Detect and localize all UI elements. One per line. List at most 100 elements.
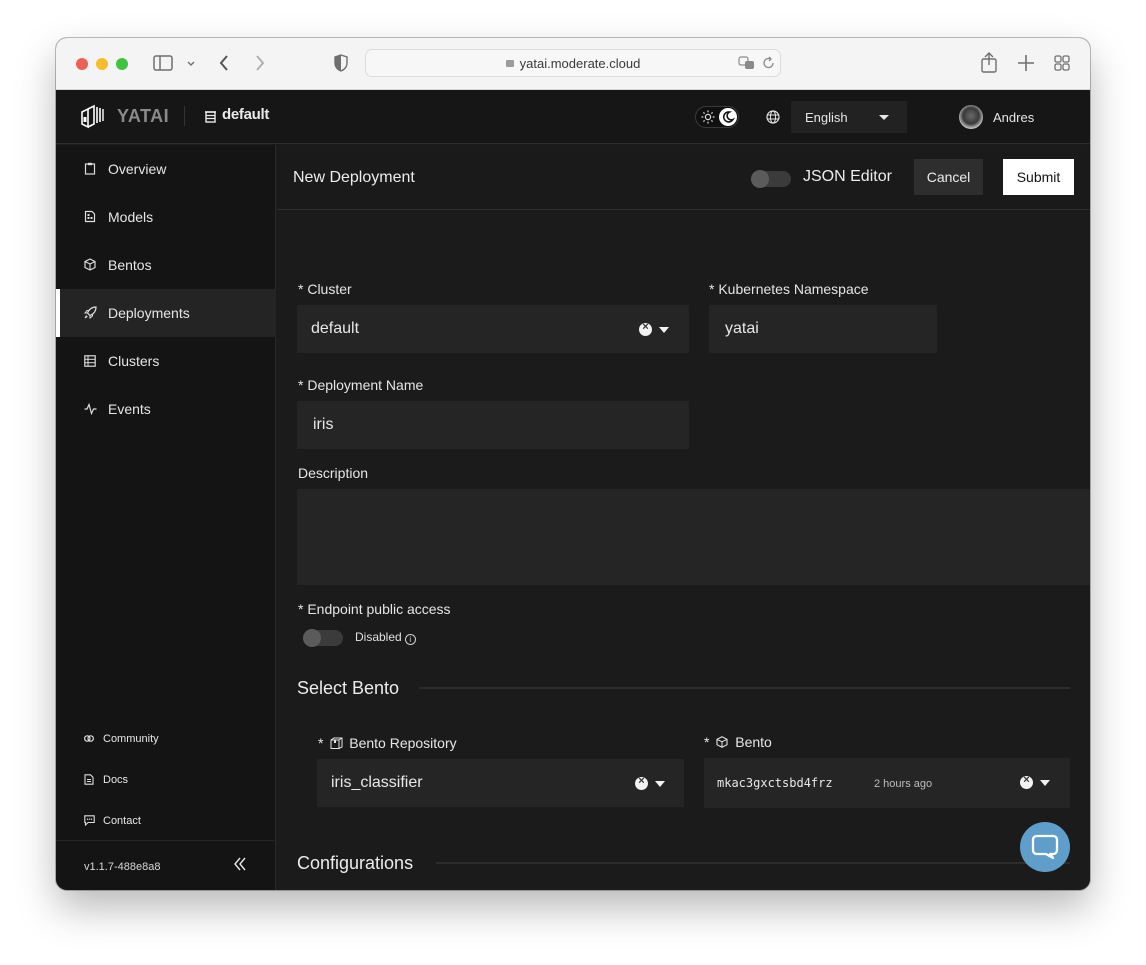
main-content: New Deployment JSON Editor Cancel Submit… (277, 145, 1090, 890)
cube-icon (84, 258, 96, 271)
support-chat-button[interactable] (1020, 822, 1070, 872)
close-window-button[interactable] (76, 58, 88, 70)
sidebar-item-models[interactable]: Models (56, 193, 276, 241)
cube-icon (716, 736, 728, 748)
address-bar[interactable]: yatai.moderate.cloud (365, 49, 781, 77)
minimize-window-button[interactable] (96, 58, 108, 70)
section-divider (436, 862, 1070, 864)
sidebar-item-overview[interactable]: Overview (56, 145, 276, 193)
caret-down-icon (659, 327, 669, 333)
toggle-knob (303, 629, 321, 647)
collapse-sidebar-button[interactable] (233, 855, 247, 878)
configurations-title: Configurations (297, 853, 414, 873)
logo-text[interactable]: YATAI (117, 106, 169, 127)
organization-icon (205, 110, 216, 128)
theme-toggle[interactable] (695, 106, 739, 128)
namespace-value: yatai (725, 320, 759, 337)
translate-icon[interactable] (738, 56, 756, 74)
sidebar-link-community[interactable]: Community (56, 725, 276, 755)
sidebar-toggle-icon[interactable] (153, 55, 173, 75)
bento-select[interactable]: mkac3gxctsbd4frz 2 hours ago (704, 758, 1070, 808)
avatar[interactable] (959, 105, 983, 129)
reload-icon[interactable] (762, 56, 775, 74)
submit-button[interactable]: Submit (1003, 159, 1074, 195)
sidebar-link-label: Contact (103, 815, 141, 827)
bento-version-value: mkac3gxctsbd4frz (717, 776, 833, 790)
clear-icon[interactable] (639, 321, 652, 336)
moon-icon (719, 108, 737, 126)
section-divider (419, 687, 1070, 689)
user-name[interactable]: Andres (993, 110, 1034, 125)
json-editor-toggle[interactable] (751, 170, 791, 188)
cluster-value: default (311, 320, 360, 337)
bento-repository-select[interactable]: iris_classifier (317, 759, 684, 807)
organization-name[interactable]: default (222, 106, 269, 123)
sidebar: Overview Models Bentos Deployments Clust… (56, 145, 276, 890)
sidebar-item-label: Clusters (108, 353, 160, 369)
share-icon[interactable] (980, 52, 998, 78)
deployment-name-input[interactable]: iris (297, 401, 689, 449)
version-label: v1.1.7-488e8a8 (84, 861, 161, 873)
cluster-label: * Cluster (298, 281, 352, 297)
document-icon (84, 774, 94, 785)
caret-down-icon (1040, 780, 1050, 786)
sidebar-link-contact[interactable]: Contact (56, 807, 276, 837)
app-header: YATAI default English Andres (56, 90, 1090, 144)
sidebar-item-clusters[interactable]: Clusters (56, 337, 276, 385)
new-tab-icon[interactable] (1017, 54, 1035, 76)
cancel-button[interactable]: Cancel (914, 159, 983, 195)
namespace-input[interactable]: yatai (709, 305, 937, 353)
browser-window: yatai.moderate.cloud YATAI default Engli… (56, 38, 1090, 890)
namespace-label: * Kubernetes Namespace (709, 281, 869, 297)
language-select[interactable]: English (791, 101, 907, 133)
sidebar-item-label: Overview (108, 161, 167, 177)
tab-overview-icon[interactable] (1054, 55, 1070, 75)
bento-repository-label-text: Bento Repository (349, 735, 457, 751)
forward-icon[interactable] (254, 54, 266, 76)
activity-icon (84, 402, 97, 416)
cluster-select[interactable]: default (297, 305, 689, 353)
deployment-name-label: * Deployment Name (298, 377, 424, 393)
caret-down-icon (879, 115, 889, 120)
sidebar-divider (56, 840, 276, 841)
endpoint-access-toggle[interactable] (303, 629, 343, 647)
clear-icon[interactable] (1020, 774, 1033, 789)
community-icon (83, 733, 94, 744)
toggle-knob (751, 170, 769, 188)
sun-icon (701, 110, 715, 129)
sidebar-item-events[interactable]: Events (56, 385, 276, 433)
privacy-shield-icon[interactable] (334, 54, 348, 76)
yatai-logo-icon[interactable] (80, 104, 104, 135)
chat-bubble-icon (1031, 834, 1059, 860)
rocket-icon (83, 306, 97, 320)
page-header: New Deployment JSON Editor Cancel Submit (277, 145, 1090, 210)
browser-toolbar: yatai.moderate.cloud (56, 38, 1090, 90)
package-icon (330, 737, 343, 749)
info-icon[interactable]: i (404, 634, 416, 645)
maximize-window-button[interactable] (116, 58, 128, 70)
chat-icon (84, 815, 95, 827)
back-icon[interactable] (218, 54, 230, 76)
caret-down-icon (655, 781, 665, 787)
page-title: New Deployment (293, 169, 415, 186)
sidebar-item-label: Bentos (108, 257, 152, 273)
sidebar-link-docs[interactable]: Docs (56, 766, 276, 796)
deployment-name-value: iris (313, 416, 334, 433)
bento-label-text: Bento (735, 734, 772, 750)
sidebar-item-deployments[interactable]: Deployments (56, 289, 276, 337)
bento-repository-label: * Bento Repository (318, 735, 457, 751)
sidebar-item-label: Events (108, 401, 151, 417)
description-textarea[interactable] (297, 489, 1090, 585)
model-icon (84, 210, 96, 223)
required-marker: * (704, 734, 710, 750)
sidebar-item-bentos[interactable]: Bentos (56, 241, 276, 289)
language-value: English (805, 110, 848, 125)
select-bento-title: Select Bento (297, 678, 400, 698)
globe-icon (766, 110, 780, 129)
json-editor-label: JSON Editor (803, 168, 892, 185)
server-icon (84, 354, 96, 367)
endpoint-access-state-text: Disabled (355, 630, 402, 644)
clipboard-icon (84, 162, 96, 175)
chevron-down-icon[interactable] (186, 57, 196, 73)
clear-icon[interactable] (635, 775, 648, 790)
